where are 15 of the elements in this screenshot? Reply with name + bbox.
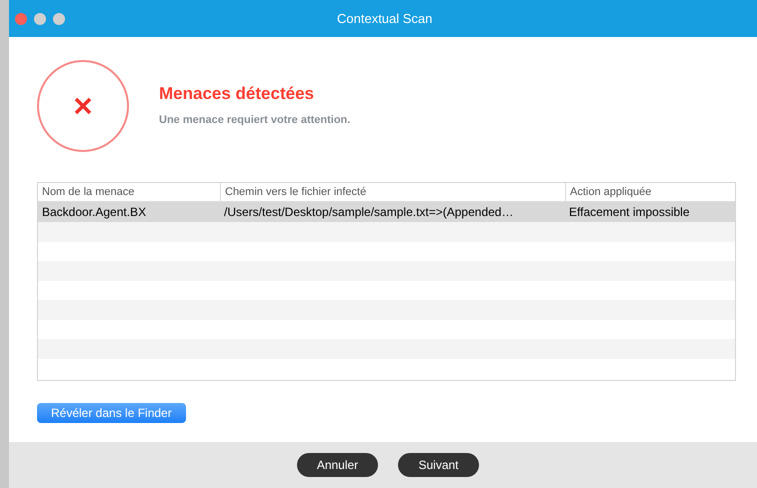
table-row[interactable]: Backdoor.Agent.BX /Users/test/Desktop/sample/sample.txt=>(Appended… Effacement impossible xyxy=(38,202,735,222)
table-cell-text: Effacement impossible xyxy=(568,204,691,221)
subheading: Une menace requiert votre attention. xyxy=(159,113,350,128)
close-button[interactable] xyxy=(15,12,27,24)
minimize-button[interactable] xyxy=(34,12,46,24)
column-header[interactable]: Nom de la menace xyxy=(38,183,220,201)
table-cell-text: Backdoor.Agent.BX xyxy=(41,204,148,221)
window-title: Contextual Scan xyxy=(337,10,432,28)
heading: Menaces détectées xyxy=(159,82,315,104)
footer-button[interactable]: Suivant xyxy=(398,453,479,477)
column-header[interactable]: Chemin vers le fichier infecté xyxy=(220,183,565,201)
zoom-button[interactable] xyxy=(53,12,65,24)
footer-button[interactable]: Annuler xyxy=(297,453,378,477)
table-cell-text: /Users/test/Desktop/sample/sample.txt=>(Appended… xyxy=(223,204,514,221)
column-header[interactable]: Action appliquée xyxy=(565,183,735,201)
